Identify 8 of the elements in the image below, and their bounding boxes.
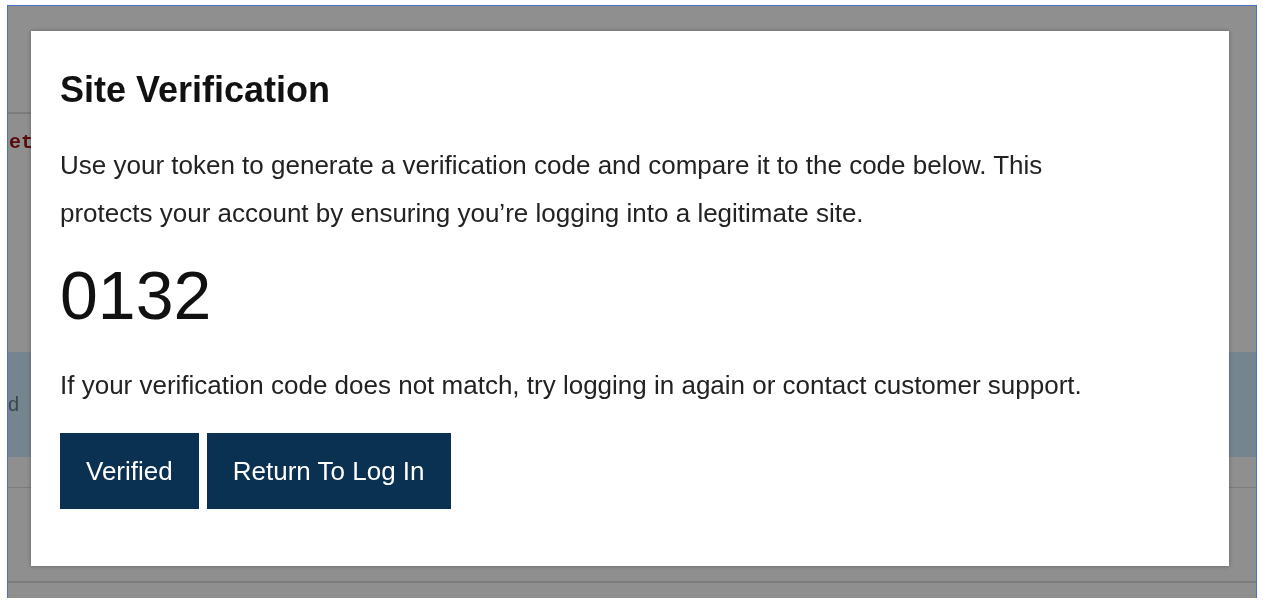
dialog-button[interactable]: Verified [60, 433, 199, 509]
hint-text: If your verification code does not match, try logging in again or contact customer support. [60, 369, 1083, 402]
description-text: Use your token to generate a verification code and compare it to the code below. This protects your account by ensuring you’re logging into a legitimate site. [60, 149, 1044, 230]
notice-text: d [8, 393, 20, 416]
dialog-title: Site Verification [60, 68, 332, 112]
page-heading: et [9, 130, 31, 156]
verification-code: 0132 [60, 260, 213, 330]
dialog-button[interactable]: Return To Log In [206, 433, 451, 509]
